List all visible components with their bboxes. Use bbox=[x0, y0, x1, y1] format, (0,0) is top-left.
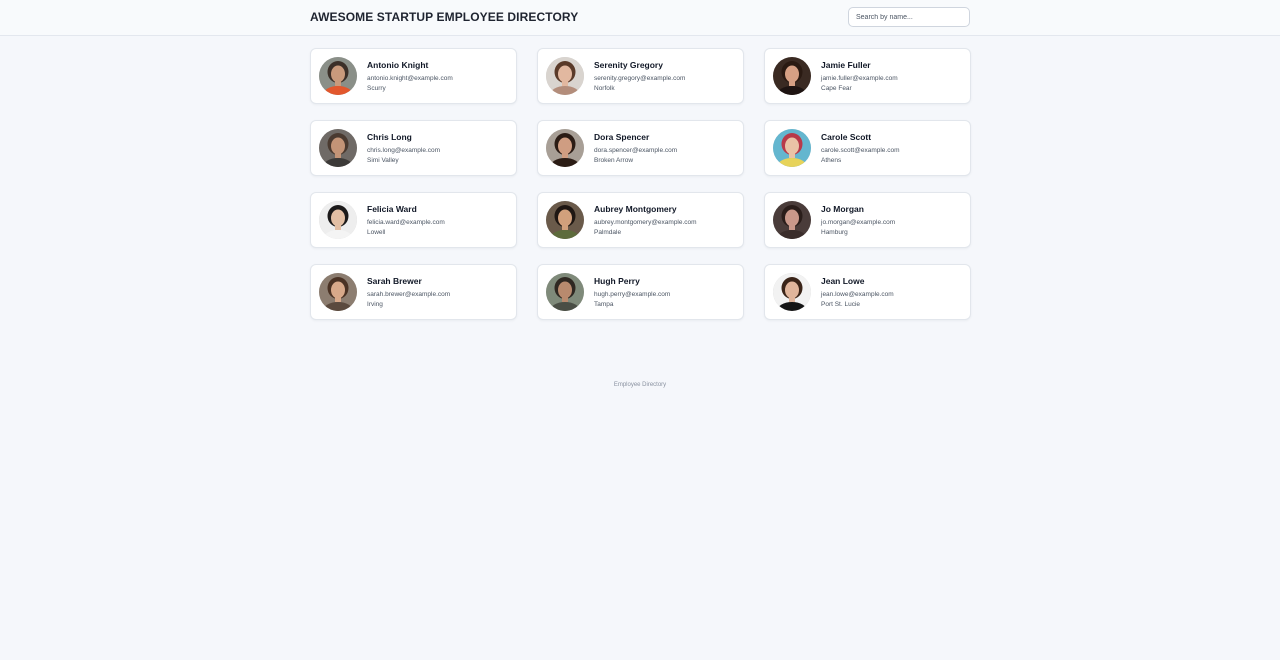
employee-info: Dora Spencer dora.spencer@example.com Brok… bbox=[594, 132, 737, 166]
employee-email: sarah.brewer@example.com bbox=[367, 291, 451, 298]
employee-info: Hugh Perry hugh.perry@example.com Tampa bbox=[594, 276, 737, 310]
employee-info: Felicia Ward felicia.ward@example.com Lowe… bbox=[367, 204, 510, 238]
employee-name: Aubrey Montgomery bbox=[594, 204, 677, 214]
avatar bbox=[773, 273, 811, 311]
employee-name: Dora Spencer bbox=[594, 132, 650, 142]
avatar bbox=[319, 57, 357, 95]
employee-name: Jo Morgan bbox=[821, 204, 864, 214]
employee-card[interactable]: Serenity Gregory serenity.gregory@example… bbox=[537, 48, 744, 104]
employee-city: Irving bbox=[367, 301, 383, 308]
employee-card[interactable]: Jo Morgan jo.morgan@example.com Hamburg bbox=[764, 192, 971, 248]
employee-card[interactable]: Jean Lowe jean.lowe@example.com Port St. L… bbox=[764, 264, 971, 320]
avatar bbox=[546, 57, 584, 95]
employee-city: Palmdale bbox=[594, 229, 622, 236]
employee-email: serenity.gregory@example.com bbox=[594, 75, 686, 82]
employee-name: Antonio Knight bbox=[367, 60, 429, 70]
employee-info: Jean Lowe jean.lowe@example.com Port St. L… bbox=[821, 276, 964, 310]
employee-name: Chris Long bbox=[367, 132, 412, 142]
avatar bbox=[319, 129, 357, 167]
employee-card[interactable]: Felicia Ward felicia.ward@example.com Lowe… bbox=[310, 192, 517, 248]
employee-info: Chris Long chris.long@example.com Simi Val… bbox=[367, 132, 510, 166]
footer-text: Employee Directory bbox=[613, 382, 667, 388]
avatar bbox=[319, 273, 357, 311]
employee-name: Jamie Fuller bbox=[821, 60, 871, 70]
header-bar: AWESOME STARTUP EMPLOYEE DIRECTORY bbox=[0, 0, 1280, 36]
employee-card[interactable]: Aubrey Montgomery aubrey.montgomery@examp… bbox=[537, 192, 744, 248]
employee-email: jo.morgan@example.com bbox=[821, 219, 896, 226]
employee-card[interactable]: Hugh Perry hugh.perry@example.com Tampa bbox=[537, 264, 744, 320]
employee-card[interactable]: Sarah Brewer sarah.brewer@example.com Irvi… bbox=[310, 264, 517, 320]
employee-card[interactable]: Carole Scott carole.scott@example.com Athe… bbox=[764, 120, 971, 176]
employee-name: Jean Lowe bbox=[821, 276, 865, 286]
employee-email: carole.scott@example.com bbox=[821, 147, 900, 154]
employee-city: Athens bbox=[821, 157, 842, 164]
employee-city: Simi Valley bbox=[367, 157, 399, 164]
employee-card[interactable]: Dora Spencer dora.spencer@example.com Brok… bbox=[537, 120, 744, 176]
avatar bbox=[546, 273, 584, 311]
employee-info: Sarah Brewer sarah.brewer@example.com Irvi… bbox=[367, 276, 510, 310]
employee-email: felicia.ward@example.com bbox=[367, 219, 445, 226]
employee-email: dora.spencer@example.com bbox=[594, 147, 678, 154]
employee-city: Broken Arrow bbox=[594, 157, 634, 164]
employee-name: Hugh Perry bbox=[594, 276, 640, 286]
employee-info: Aubrey Montgomery aubrey.montgomery@examp… bbox=[594, 204, 737, 238]
avatar bbox=[546, 201, 584, 239]
avatar bbox=[773, 201, 811, 239]
employee-info: Serenity Gregory serenity.gregory@example… bbox=[594, 60, 737, 94]
employee-info: Jo Morgan jo.morgan@example.com Hamburg bbox=[821, 204, 964, 238]
employee-card[interactable]: Chris Long chris.long@example.com Simi Val… bbox=[310, 120, 517, 176]
page-title: AWESOME STARTUP EMPLOYEE DIRECTORY bbox=[310, 10, 579, 24]
search-input[interactable] bbox=[848, 7, 970, 27]
employee-email: jean.lowe@example.com bbox=[821, 291, 894, 298]
avatar bbox=[319, 201, 357, 239]
employee-city: Scurry bbox=[367, 85, 386, 92]
employee-info: Carole Scott carole.scott@example.com Athe… bbox=[821, 132, 964, 166]
avatar bbox=[773, 129, 811, 167]
employee-grid: Antonio Knight antonio.knight@example.com… bbox=[310, 48, 971, 320]
avatar bbox=[546, 129, 584, 167]
employee-city: Lowell bbox=[367, 229, 386, 236]
employee-city: Norfolk bbox=[594, 85, 615, 92]
employee-email: hugh.perry@example.com bbox=[594, 291, 671, 298]
employee-city: Hamburg bbox=[821, 229, 848, 236]
employee-email: chris.long@example.com bbox=[367, 147, 441, 154]
employee-email: aubrey.montgomery@example.com bbox=[594, 219, 697, 226]
employee-name: Serenity Gregory bbox=[594, 60, 663, 70]
employee-city: Cape Fear bbox=[821, 85, 852, 92]
employee-name: Sarah Brewer bbox=[367, 276, 422, 286]
employee-name: Carole Scott bbox=[821, 132, 872, 142]
employee-info: Antonio Knight antonio.knight@example.com… bbox=[367, 60, 510, 94]
employee-info: Jamie Fuller jamie.fuller@example.com Cape… bbox=[821, 60, 964, 94]
employee-name: Felicia Ward bbox=[367, 204, 417, 214]
employee-email: jamie.fuller@example.com bbox=[821, 75, 898, 82]
avatar bbox=[773, 57, 811, 95]
employee-city: Tampa bbox=[594, 301, 614, 308]
employee-email: antonio.knight@example.com bbox=[367, 75, 453, 82]
employee-card[interactable]: Antonio Knight antonio.knight@example.com… bbox=[310, 48, 517, 104]
employee-city: Port St. Lucie bbox=[821, 301, 861, 308]
employee-card[interactable]: Jamie Fuller jamie.fuller@example.com Cape… bbox=[764, 48, 971, 104]
